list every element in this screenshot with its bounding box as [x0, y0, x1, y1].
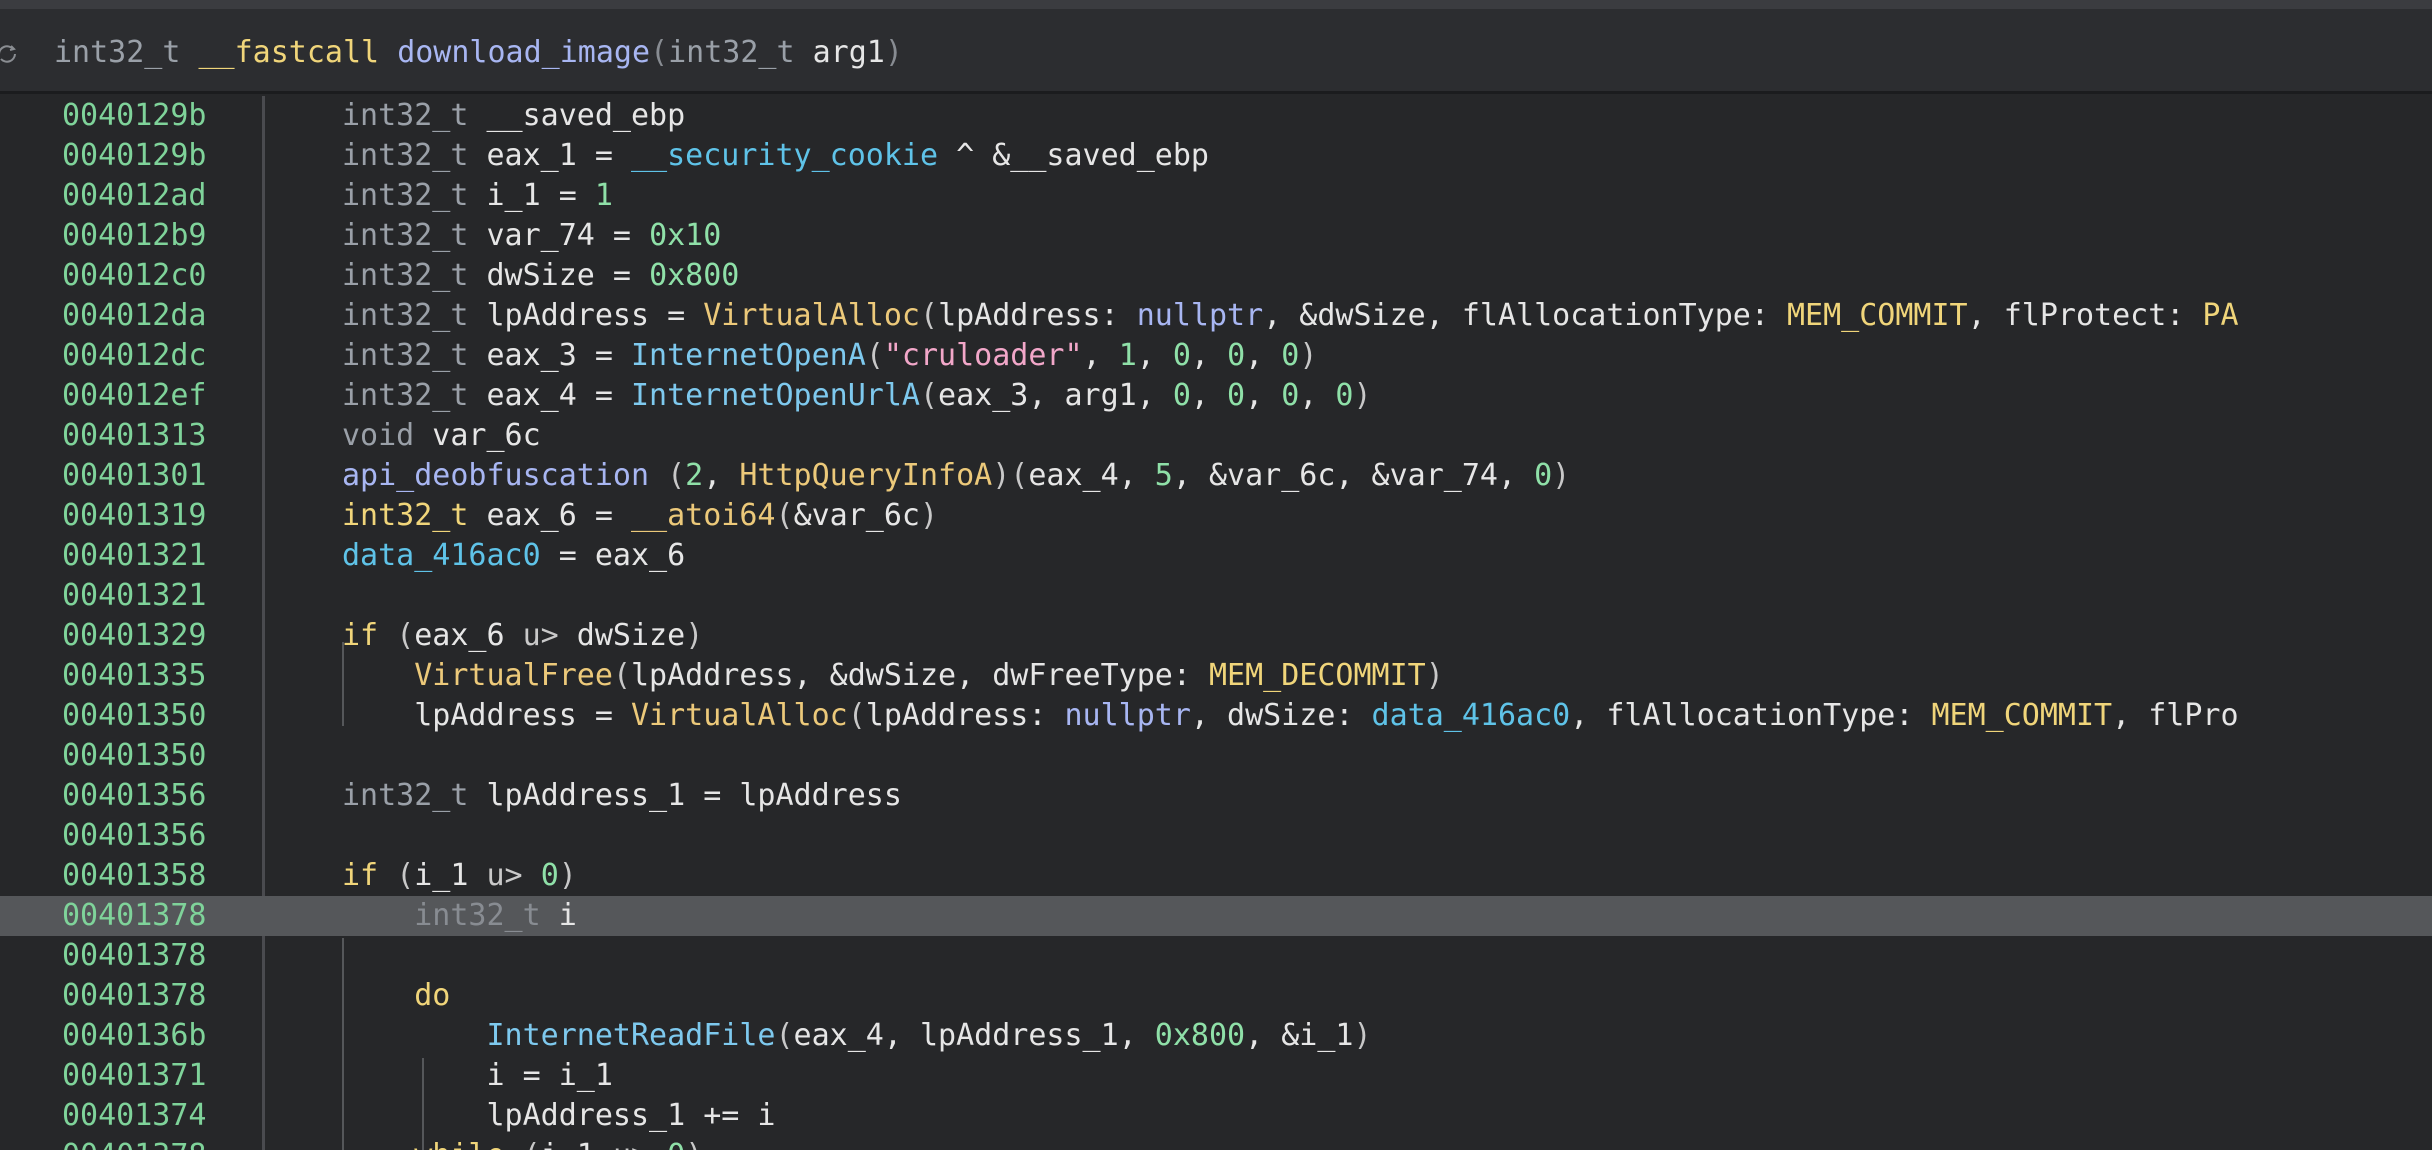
line-source[interactable]: int32_t i_1 = 1: [342, 176, 613, 216]
return-type: int32_t: [54, 35, 181, 70]
line-source[interactable]: do: [342, 976, 450, 1016]
code-line[interactable]: 00401378 while (i_1 u> 0): [0, 1136, 2432, 1150]
code-line[interactable]: 00401313 void var_6c: [0, 416, 2432, 456]
code-view[interactable]: 0040129b int32_t __saved_ebp 0040129b int3…: [0, 96, 2432, 1150]
code-line[interactable]: 00401350: [0, 736, 2432, 776]
line-source[interactable]: int32_t eax_4 = InternetOpenUrlA(eax_3, …: [342, 376, 1372, 416]
code-line[interactable]: 00401378 do: [0, 976, 2432, 1016]
line-source[interactable]: void var_6c: [342, 416, 541, 456]
code-line[interactable]: 00401329 if (eax_6 u> dwSize): [0, 616, 2432, 656]
code-line[interactable]: 004012c0 int32_t dwSize = 0x800: [0, 256, 2432, 296]
line-address[interactable]: 004012c0: [62, 256, 207, 296]
code-line[interactable]: 00401356: [0, 816, 2432, 856]
param-type: int32_t: [668, 35, 795, 70]
line-address[interactable]: 00401350: [62, 736, 207, 776]
line-address[interactable]: 00401378: [62, 936, 207, 976]
line-source[interactable]: while (i_1 u> 0): [342, 1136, 703, 1150]
line-source[interactable]: i = i_1: [342, 1056, 612, 1096]
line-address[interactable]: 00401321: [62, 536, 207, 576]
function-signature[interactable]: int32_t __fastcall download_image(int32_…: [54, 33, 903, 73]
line-source[interactable]: int32_t __saved_ebp: [342, 96, 685, 136]
line-address[interactable]: 00401356: [62, 816, 207, 856]
code-line[interactable]: 00401371 i = i_1: [0, 1056, 2432, 1096]
code-line[interactable]: 00401350 lpAddress = VirtualAlloc(lpAddr…: [0, 696, 2432, 736]
line-address[interactable]: 00401371: [62, 1056, 207, 1096]
line-address[interactable]: 004012ad: [62, 176, 207, 216]
line-address[interactable]: 00401321: [62, 576, 207, 616]
line-source[interactable]: int32_t dwSize = 0x800: [342, 256, 739, 296]
line-address[interactable]: 00401374: [62, 1096, 207, 1136]
code-line[interactable]: 00401335 VirtualFree(lpAddress, &dwSize,…: [0, 656, 2432, 696]
line-source[interactable]: VirtualFree(lpAddress, &dwSize, dwFreeTy…: [342, 656, 1444, 696]
line-address[interactable]: 00401378: [62, 896, 207, 936]
line-source[interactable]: if (eax_6 u> dwSize): [342, 616, 703, 656]
line-address[interactable]: 00401378: [62, 976, 207, 1016]
line-source[interactable]: int32_t i: [342, 896, 577, 936]
line-address[interactable]: 0040136b: [62, 1016, 207, 1056]
line-address[interactable]: 00401335: [62, 656, 207, 696]
function-header: int32_t __fastcall download_image(int32_…: [0, 0, 2432, 94]
line-source[interactable]: if (i_1 u> 0): [342, 856, 577, 896]
line-source[interactable]: data_416ac0 = eax_6: [342, 536, 685, 576]
line-source[interactable]: int32_t eax_3 = InternetOpenA("cruloader…: [342, 336, 1317, 376]
line-address[interactable]: 00401358: [62, 856, 207, 896]
line-address[interactable]: 00401356: [62, 776, 207, 816]
code-line[interactable]: 00401319 int32_t eax_6 = __atoi64(&var_6c…: [0, 496, 2432, 536]
line-address[interactable]: 0040129b: [62, 136, 207, 176]
line-source[interactable]: int32_t var_74 = 0x10: [342, 216, 721, 256]
function-name[interactable]: download_image: [397, 35, 650, 70]
code-line[interactable]: 004012b9 int32_t var_74 = 0x10: [0, 216, 2432, 256]
line-address[interactable]: 004012da: [62, 296, 207, 336]
code-line[interactable]: 00401356 int32_t lpAddress_1 = lpAddress: [0, 776, 2432, 816]
code-line[interactable]: 004012da int32_t lpAddress = VirtualAlloc…: [0, 296, 2432, 336]
line-source[interactable]: int32_t eax_6 = __atoi64(&var_6c): [342, 496, 938, 536]
line-address[interactable]: 004012b9: [62, 216, 207, 256]
code-line[interactable]: 0040129b int32_t eax_1 = __security_cooki…: [0, 136, 2432, 176]
code-line[interactable]: 00401321: [0, 576, 2432, 616]
line-address[interactable]: 004012dc: [62, 336, 207, 376]
code-line-selected[interactable]: 00401378 int32_t i: [0, 896, 2432, 936]
code-line[interactable]: 00401374 lpAddress_1 += i: [0, 1096, 2432, 1136]
code-line[interactable]: 00401358 if (i_1 u> 0): [0, 856, 2432, 896]
line-source[interactable]: int32_t eax_1 = __security_cookie ^ &__s…: [342, 136, 1209, 176]
line-address[interactable]: 00401319: [62, 496, 207, 536]
code-line[interactable]: 00401321 data_416ac0 = eax_6: [0, 536, 2432, 576]
line-address[interactable]: 00401350: [62, 696, 207, 736]
line-address[interactable]: 00401301: [62, 456, 207, 496]
code-line[interactable]: 00401301 api_deobfuscation (2, HttpQueryI…: [0, 456, 2432, 496]
line-address[interactable]: 004012ef: [62, 376, 207, 416]
line-address[interactable]: 0040129b: [62, 96, 207, 136]
code-line[interactable]: 004012dc int32_t eax_3 = InternetOpenA("c…: [0, 336, 2432, 376]
calling-convention: __fastcall: [198, 35, 380, 70]
code-line[interactable]: 00401378: [0, 936, 2432, 976]
code-line[interactable]: 0040136b InternetReadFile(eax_4, lpAddre…: [0, 1016, 2432, 1056]
line-source[interactable]: lpAddress = VirtualAlloc(lpAddress: null…: [342, 696, 2238, 736]
line-source[interactable]: int32_t lpAddress_1 = lpAddress: [342, 776, 902, 816]
line-source[interactable]: int32_t lpAddress = VirtualAlloc(lpAddre…: [342, 296, 2239, 336]
param-name[interactable]: arg1: [813, 35, 885, 70]
line-address[interactable]: 00401329: [62, 616, 207, 656]
sync-icon[interactable]: [0, 43, 18, 65]
code-line[interactable]: 0040129b int32_t __saved_ebp: [0, 96, 2432, 136]
line-address[interactable]: 00401313: [62, 416, 207, 456]
code-line[interactable]: 004012ad int32_t i_1 = 1: [0, 176, 2432, 216]
code-line[interactable]: 004012ef int32_t eax_4 = InternetOpenUrlA…: [0, 376, 2432, 416]
line-address[interactable]: 00401378: [62, 1136, 207, 1150]
line-source[interactable]: InternetReadFile(eax_4, lpAddress_1, 0x8…: [342, 1016, 1372, 1056]
line-source[interactable]: lpAddress_1 += i: [342, 1096, 775, 1136]
line-source[interactable]: api_deobfuscation (2, HttpQueryInfoA)(ea…: [342, 456, 1570, 496]
